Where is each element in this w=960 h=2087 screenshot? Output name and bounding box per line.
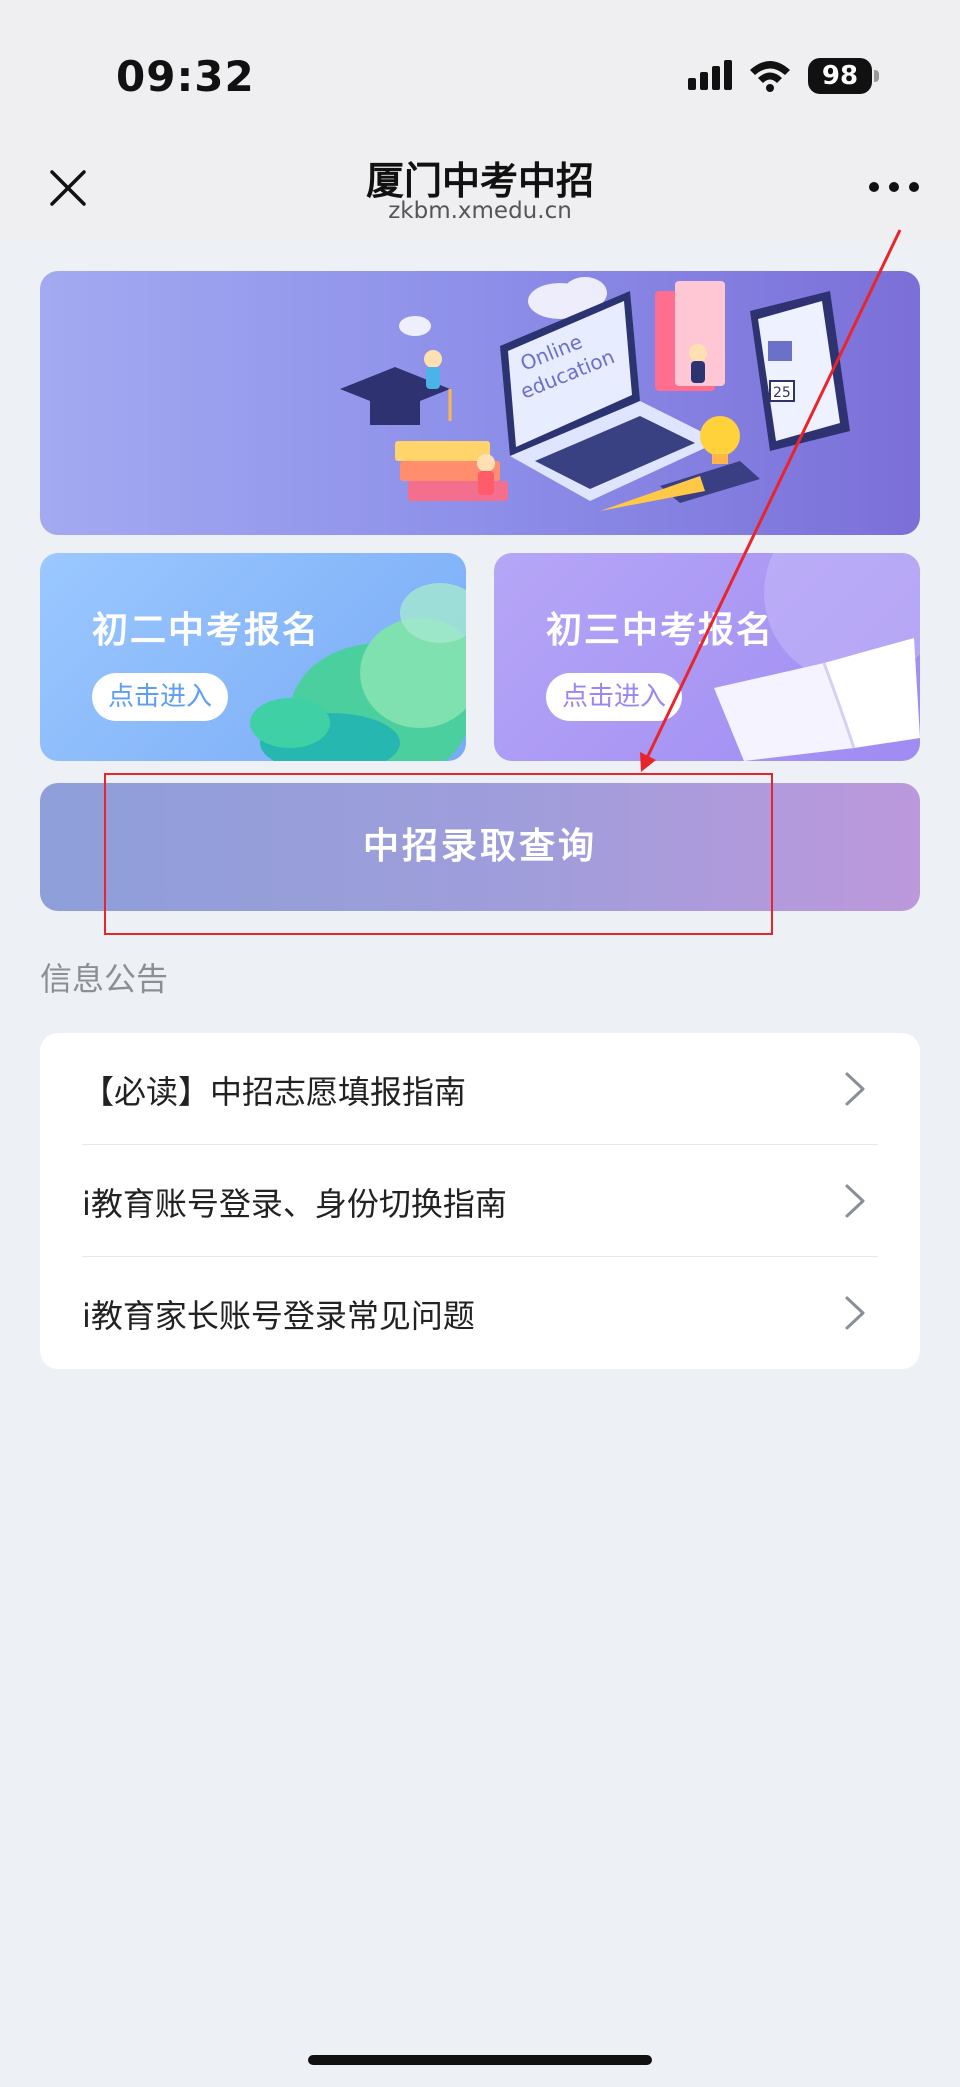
chevron-right-icon bbox=[845, 1184, 865, 1218]
notice-item[interactable]: i教育家长账号登录常见问题 bbox=[82, 1257, 878, 1369]
plant-illustration bbox=[250, 583, 466, 761]
screen: 09:32 98 厦门中考中招 zkbm.xmedu.cn Online edu… bbox=[0, 0, 960, 2087]
notice-label: i教育家长账号登录常见问题 bbox=[82, 1297, 475, 1335]
chevron-right-icon bbox=[845, 1072, 865, 1106]
wifi-icon bbox=[750, 61, 790, 92]
battery-tip bbox=[874, 70, 879, 82]
close-icon[interactable] bbox=[46, 166, 90, 210]
section-label: 信息公告 bbox=[40, 960, 169, 998]
graduation-cap-illustration bbox=[340, 350, 452, 425]
enter-button[interactable]: 点击进入 bbox=[546, 673, 683, 721]
entry-card-grade8[interactable]: 初二中考报名 点击进入 bbox=[40, 553, 466, 761]
status-time: 09:32 bbox=[116, 52, 255, 101]
notice-item[interactable]: 【必读】中招志愿填报指南 bbox=[82, 1033, 878, 1145]
tablet-illustration: 25 bbox=[750, 291, 850, 451]
more-icon[interactable] bbox=[866, 172, 922, 202]
page-title: 厦门中考中招 bbox=[365, 159, 594, 203]
status-bar: 09:32 98 bbox=[0, 0, 960, 150]
title-bar: 厦门中考中招 zkbm.xmedu.cn bbox=[0, 150, 960, 242]
calendar-number: 25 bbox=[773, 385, 791, 401]
page-url: zkbm.xmedu.cn bbox=[388, 198, 572, 224]
notice-list: 【必读】中招志愿填报指南 i教育账号登录、身份切换指南 i教育家长账号登录常见问… bbox=[40, 1033, 920, 1369]
entry-card-grade9[interactable]: 初三中考报名 点击进入 bbox=[494, 553, 920, 761]
entry-title: 初三中考报名 bbox=[546, 610, 775, 651]
enter-button[interactable]: 点击进入 bbox=[92, 673, 229, 721]
online-education-illustration: Online education 25 bbox=[340, 277, 850, 511]
home-indicator bbox=[308, 2055, 652, 2065]
notice-label: i教育账号登录、身份切换指南 bbox=[82, 1185, 507, 1223]
battery-icon: 98 bbox=[808, 58, 872, 94]
signal-icon bbox=[688, 60, 732, 90]
entry-title: 初二中考报名 bbox=[92, 610, 321, 651]
open-book-illustration bbox=[714, 553, 920, 761]
hero-banner: Online education 25 bbox=[40, 271, 920, 535]
chevron-right-icon bbox=[845, 1296, 865, 1330]
notice-label: 【必读】中招志愿填报指南 bbox=[82, 1073, 467, 1111]
annotation-highlight-box bbox=[104, 773, 773, 935]
notice-item[interactable]: i教育账号登录、身份切换指南 bbox=[82, 1145, 878, 1257]
